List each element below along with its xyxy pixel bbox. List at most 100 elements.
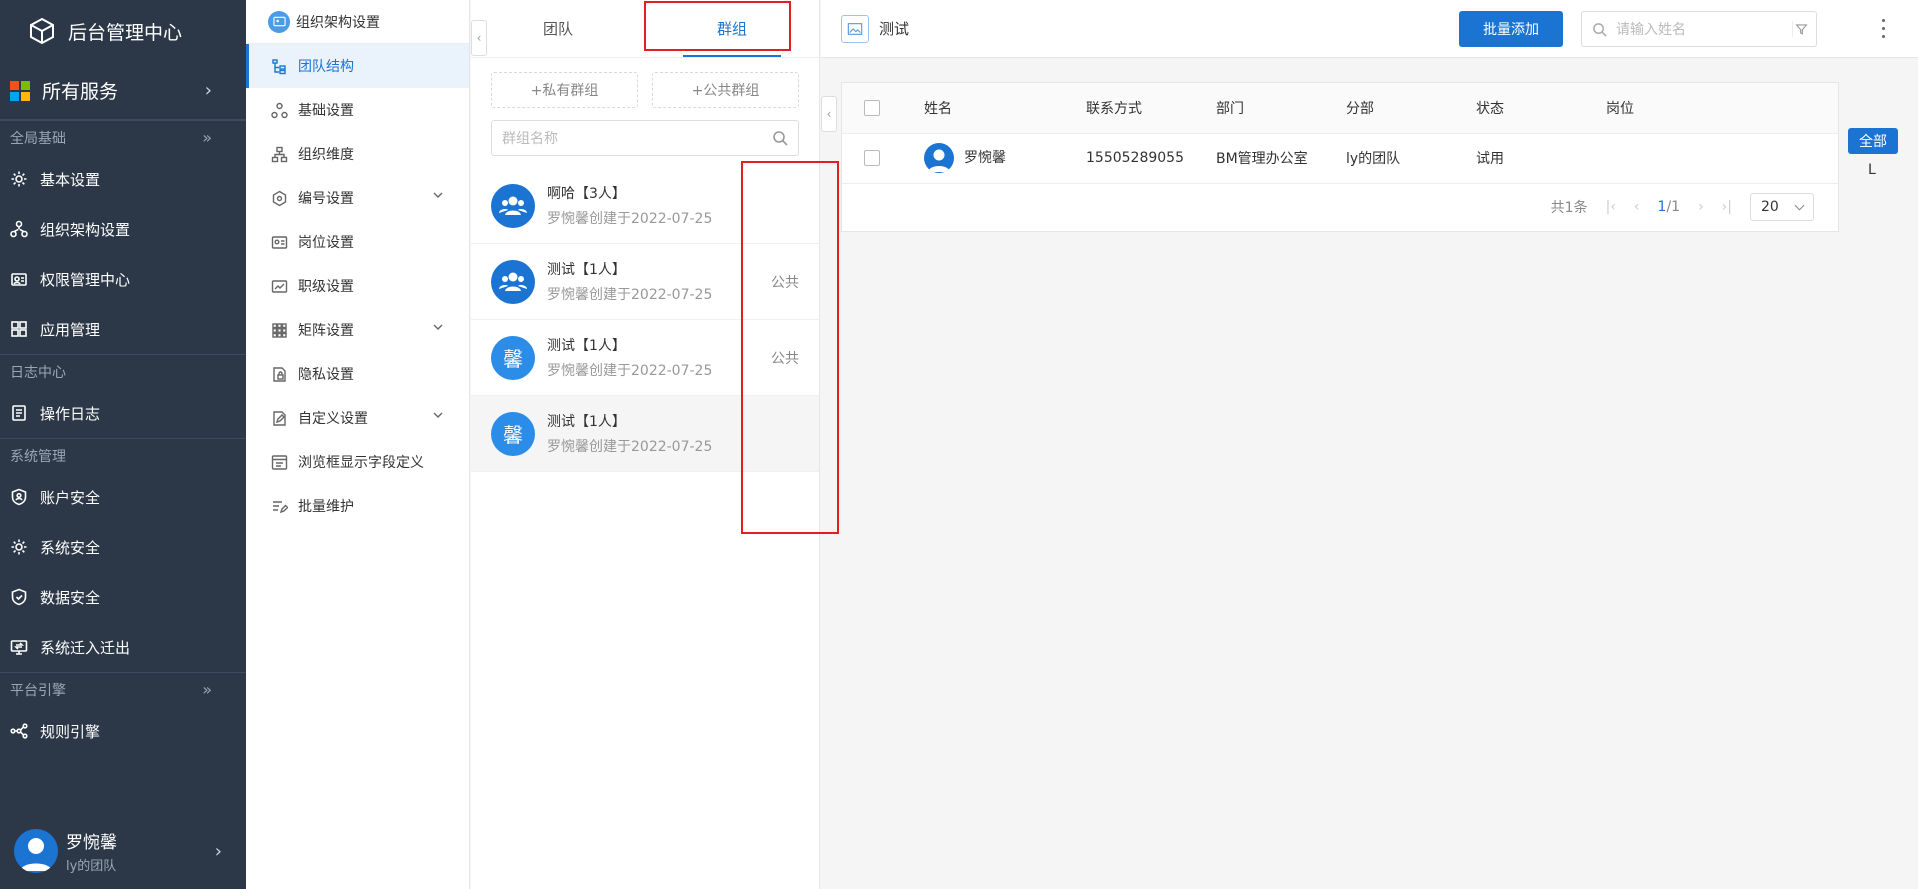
member-name[interactable]: 罗惋馨 — [964, 150, 1006, 166]
nav-item-permission-center[interactable]: 权限管理中心 — [0, 254, 246, 304]
chevron-down-icon — [433, 192, 443, 198]
col-status[interactable]: 状态 — [1476, 83, 1606, 134]
all-services-label: 所有服务 — [42, 81, 119, 103]
col-dept[interactable]: 部门 — [1216, 83, 1346, 134]
menu-item-org-dimension[interactable]: 组织维度 — [246, 132, 469, 176]
col-contact[interactable]: 联系方式 — [1086, 83, 1216, 134]
gear-icon — [11, 539, 27, 555]
member-status: 试用 — [1476, 133, 1606, 184]
chevron-down-icon — [433, 412, 443, 418]
select-all-checkbox[interactable] — [864, 99, 880, 116]
nav-item-operation-log[interactable]: 操作日志 — [0, 388, 246, 438]
search-icon — [773, 131, 788, 146]
highlight-box-tab — [644, 1, 791, 51]
search-icon — [1593, 23, 1607, 37]
index-letter[interactable]: L — [1868, 162, 1876, 178]
member-branch: ly的团队 — [1346, 133, 1476, 184]
panel-collapse-toggle[interactable]: ‹ — [821, 96, 837, 132]
brand[interactable]: 后台管理中心 — [0, 0, 246, 62]
group-search-input[interactable]: 群组名称 — [491, 120, 799, 156]
prev-page-icon[interactable]: ‹ — [1634, 199, 1640, 215]
group-avatar-icon — [491, 183, 535, 228]
menu-item-label: 批量维护 — [298, 499, 354, 515]
menu-item-post-settings[interactable]: 岗位设置 — [246, 220, 469, 264]
group-created: 罗惋馨创建于2022-07-25 — [547, 439, 713, 455]
table-row[interactable]: 罗惋馨 15505289055 BM管理办公室 ly的团队 试用 — [842, 133, 1838, 184]
group-created: 罗惋馨创建于2022-07-25 — [547, 211, 713, 227]
menu-item-team-structure[interactable]: 团队结构 — [246, 44, 469, 88]
menu-item-browse-fields[interactable]: 浏览框显示字段定义 — [246, 440, 469, 484]
secondary-menu: 组织架构设置 团队结构 基础设置 组织维度 编号设置 岗位设置 职级设置 矩阵设… — [246, 0, 470, 889]
menu-title: 组织架构设置 — [296, 14, 380, 31]
row-checkbox[interactable] — [864, 150, 880, 166]
nav-group-global[interactable]: 全局基础 » — [0, 120, 246, 154]
nav-item-basic-settings[interactable]: 基本设置 — [0, 154, 246, 204]
member-phone: 15505289055 — [1086, 133, 1216, 184]
tab-team[interactable]: 团队 — [471, 0, 645, 57]
lock-file-icon — [273, 366, 286, 382]
menu-item-privacy-settings[interactable]: 隐私设置 — [246, 352, 469, 396]
col-name[interactable]: 姓名 — [924, 83, 1086, 134]
first-page-icon[interactable]: |‹ — [1606, 199, 1616, 215]
grid-icon — [11, 321, 27, 337]
menu-item-number-settings[interactable]: 编号设置 — [246, 176, 469, 220]
page-size-select[interactable]: 20 — [1750, 193, 1814, 221]
batch-add-button[interactable]: 批量添加 — [1459, 11, 1563, 47]
group-name: 测试【1人】 — [547, 414, 626, 430]
next-page-icon[interactable]: › — [1698, 199, 1704, 215]
nav-item-rule-engine[interactable]: 规则引擎 — [0, 706, 246, 756]
total-pages: /1 — [1666, 199, 1681, 215]
nav-item-data-security[interactable]: 数据安全 — [0, 572, 246, 622]
last-page-icon[interactable]: ›| — [1722, 199, 1732, 215]
menu-item-basic-settings[interactable]: 基础设置 — [246, 88, 469, 132]
menu-collapse-toggle[interactable]: ‹ — [471, 20, 487, 56]
avatar — [14, 829, 58, 873]
nav-group-platform[interactable]: 平台引擎 » — [0, 672, 246, 706]
id-card-icon — [11, 273, 27, 286]
main-nav: 后台管理中心 所有服务 › 全局基础 » 基本设置 组织架构设置 权限管理中心 应… — [0, 0, 246, 889]
monitor-transfer-icon — [10, 640, 28, 655]
menu-item-label: 团队结构 — [298, 59, 354, 75]
list-edit-icon — [273, 500, 288, 513]
menu-item-label: 浏览框显示字段定义 — [298, 455, 424, 471]
nodes-icon — [271, 102, 288, 118]
more-vertical-icon[interactable] — [1873, 16, 1893, 40]
nav-item-migration[interactable]: 系统迁入迁出 — [0, 622, 246, 672]
col-branch[interactable]: 分部 — [1346, 83, 1476, 134]
menu-item-batch-maintenance[interactable]: 批量维护 — [246, 484, 469, 528]
name-search-input[interactable]: 请输入姓名 — [1581, 11, 1817, 47]
index-all-tag[interactable]: 全部 — [1848, 128, 1898, 154]
nav-group-system[interactable]: 系统管理 — [0, 438, 246, 472]
group-created: 罗惋馨创建于2022-07-25 — [547, 287, 713, 303]
chevron-down-icon — [433, 324, 443, 330]
highlight-box-tags — [741, 161, 839, 534]
matrix-icon — [272, 322, 287, 338]
menu-item-rank-settings[interactable]: 职级设置 — [246, 264, 469, 308]
nav-group-log[interactable]: 日志中心 — [0, 354, 246, 388]
member-dept: BM管理办公室 — [1216, 133, 1346, 184]
filter-icon[interactable] — [1792, 21, 1808, 37]
menu-item-label: 矩阵设置 — [298, 323, 354, 339]
user-profile[interactable]: 罗惋馨 ly的团队 › — [0, 813, 246, 889]
group-name: 啊哈【3人】 — [547, 186, 626, 202]
member-table: 姓名 联系方式 部门 分部 状态 岗位 罗惋馨 15505289055 BM管理… — [842, 83, 1838, 184]
document-icon — [12, 405, 26, 421]
all-services-button[interactable]: 所有服务 › — [0, 62, 246, 120]
add-public-group-button[interactable]: +公共群组 — [652, 72, 799, 108]
nav-item-org-settings[interactable]: 组织架构设置 — [0, 204, 246, 254]
menu-item-matrix-settings[interactable]: 矩阵设置 — [246, 308, 469, 352]
group-name: 测试【1人】 — [547, 262, 626, 278]
menu-item-label: 组织维度 — [298, 147, 354, 163]
nav-item-system-security[interactable]: 系统安全 — [0, 522, 246, 572]
add-private-group-button[interactable]: +私有群组 — [491, 72, 638, 108]
nav-item-app-management[interactable]: 应用管理 — [0, 304, 246, 354]
menu-item-custom-settings[interactable]: 自定义设置 — [246, 396, 469, 440]
group-created: 罗惋馨创建于2022-07-25 — [547, 363, 713, 379]
id-card-icon — [271, 235, 288, 249]
group-avatar: 馨 — [491, 335, 535, 380]
nav-item-account-security[interactable]: 账户安全 — [0, 472, 246, 522]
nav-item-label: 数据安全 — [40, 588, 101, 607]
double-chevron-icon: » — [202, 680, 212, 699]
menu-item-label: 基础设置 — [298, 103, 354, 119]
col-post[interactable]: 岗位 — [1606, 83, 1838, 134]
